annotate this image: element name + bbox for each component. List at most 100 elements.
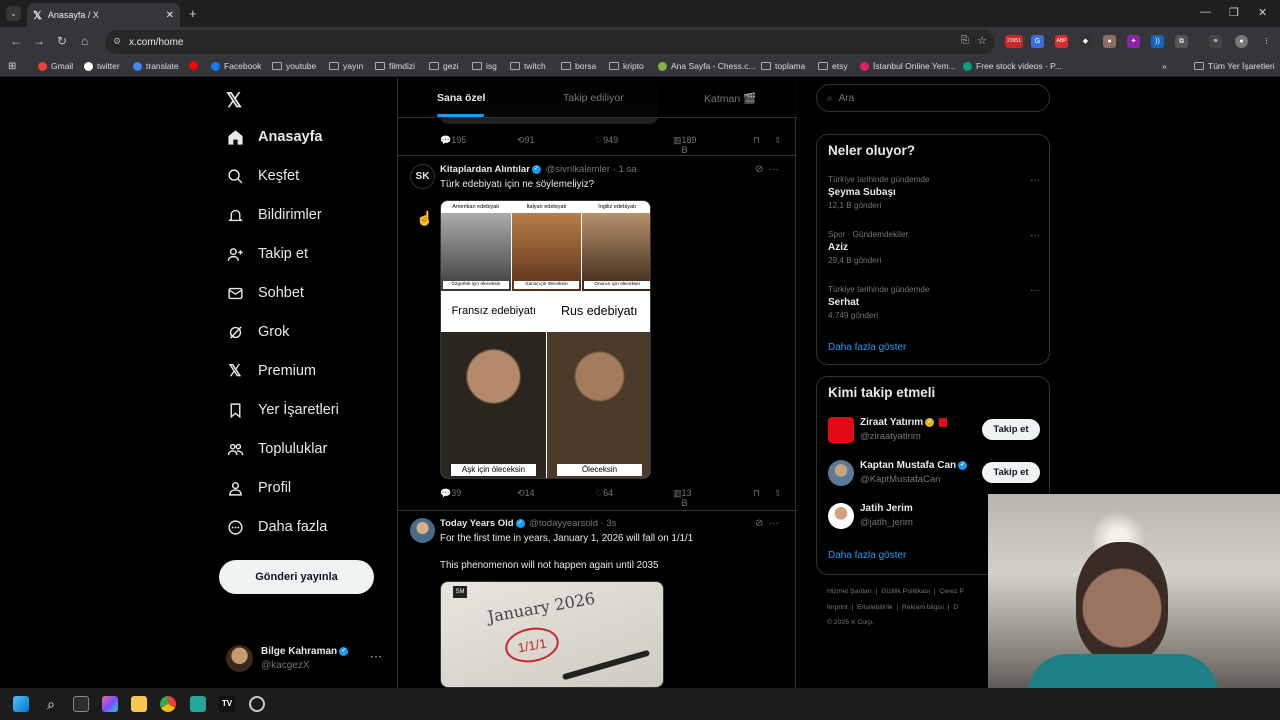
nav-communities[interactable]: Topluluklar — [226, 440, 327, 458]
footer-link[interactable]: Çerez P — [939, 588, 964, 595]
author-handle[interactable]: @todayyearsold — [529, 518, 598, 529]
tradingview-icon[interactable]: TV — [219, 696, 235, 712]
nav-profile[interactable]: Profil — [226, 479, 291, 497]
who-show-more-link[interactable]: Daha fazla göster — [828, 550, 906, 561]
bookmark-gmail[interactable]: Gmail — [38, 61, 73, 71]
x-logo-icon[interactable]: 𝕏 — [226, 88, 242, 113]
bookmark-folder-isg[interactable]: isg — [472, 61, 497, 71]
grok-explain-icon[interactable]: ⊘ — [755, 164, 763, 175]
bookmark-chess[interactable]: Ana Sayfa - Chess.c... — [658, 61, 756, 71]
trend-item[interactable]: Türkiye tarihinde gündemde Serhat 4.749 … — [828, 285, 1040, 320]
nav-grok[interactable]: Grok — [226, 323, 289, 341]
tab-following[interactable]: Takip ediliyor — [563, 92, 624, 104]
new-tab-button[interactable]: + — [189, 6, 197, 21]
bookmark-folder-kripto[interactable]: kripto — [609, 61, 644, 71]
adblock-extension-icon[interactable]: ABP — [1055, 35, 1068, 48]
post-image[interactable]: Amerikan edebiyatı Özgürlük için öleceksi… — [440, 200, 651, 479]
more-icon[interactable]: ··· — [769, 518, 779, 529]
tab-search-button[interactable]: ⌄ — [6, 6, 21, 21]
repost-button[interactable]: ⟲ 14 — [517, 488, 535, 499]
file-explorer-icon[interactable] — [131, 696, 147, 712]
bookmark-istanbul[interactable]: İstanbul Online Yem... — [860, 61, 956, 71]
bookmark-translate[interactable]: translate — [133, 61, 179, 71]
site-info-icon[interactable]: ⚙ — [113, 36, 121, 47]
follow-suggestion[interactable]: Ziraat Yatırım ✓ @ziraatyatirim Takip et — [828, 415, 1040, 445]
bookmark-folder-yayin[interactable]: yayın — [329, 61, 363, 71]
home-icon[interactable]: ⌂ — [81, 34, 88, 48]
nav-premium[interactable]: 𝕏 Premium — [226, 362, 316, 380]
nav-notifications[interactable]: Bildirimler — [226, 206, 322, 224]
views-button[interactable]: ▥ 13 B — [673, 488, 692, 508]
chrome-icon[interactable] — [160, 696, 176, 712]
account-switcher[interactable]: Bilge Kahraman ✓ @kacgezX ··· — [226, 641, 386, 677]
reply-button[interactable]: 💬 39 — [440, 488, 461, 499]
nav-explore[interactable]: Keşfet — [226, 167, 299, 185]
footer-link[interactable]: Reklam bilgisi — [902, 604, 944, 611]
post-time[interactable]: · 1 sa — [613, 164, 637, 175]
search-icon[interactable]: ⌕ — [43, 696, 59, 712]
forward-icon[interactable]: → — [33, 34, 45, 48]
follow-button[interactable]: Takip et — [982, 419, 1040, 440]
reply-button[interactable]: 💬 195 — [440, 135, 466, 146]
profile-avatar-icon[interactable]: ● — [1235, 35, 1248, 48]
share-icon[interactable]: ⇧ — [774, 135, 782, 146]
author-name[interactable]: Kitaplardan Alıntılar — [440, 164, 530, 175]
author-name[interactable]: Today Years Old — [440, 518, 514, 529]
trends-show-more-link[interactable]: Daha fazla göster — [828, 342, 906, 353]
nav-follow[interactable]: Takip et — [226, 245, 308, 263]
avatar[interactable]: SK — [410, 164, 435, 189]
post-button[interactable]: Gönderi yayınla — [219, 560, 374, 594]
footer-link[interactable]: Erişilebilirlik — [857, 604, 893, 611]
window-close-icon[interactable]: ✕ — [1258, 6, 1267, 19]
footer-link[interactable]: D — [953, 604, 958, 611]
bookmark-icon[interactable]: ⊓ — [753, 135, 760, 146]
translate-extension-icon[interactable]: G — [1031, 35, 1044, 48]
follow-suggestion[interactable]: Kaptan Mustafa Can ✓ @KaptMustafaCan Taki… — [828, 458, 1040, 488]
avatar[interactable] — [410, 518, 435, 543]
bookmark-folder-etsy[interactable]: etsy — [818, 61, 848, 71]
extension-icon[interactable]: ✦ — [1127, 35, 1140, 48]
search-input[interactable]: ⌕ Ara — [816, 84, 1050, 112]
chrome-menu-icon[interactable]: ⋮ — [1260, 35, 1273, 48]
bookmark-youtube-video[interactable] — [189, 61, 202, 70]
bookmark-folder-toplama[interactable]: toplama — [761, 61, 805, 71]
back-icon[interactable]: ← — [10, 34, 22, 48]
bookmark-folder-gezi[interactable]: gezi — [429, 61, 459, 71]
nav-more[interactable]: Daha fazla — [226, 518, 327, 536]
extensions-puzzle-icon[interactable]: ⧉ — [1175, 35, 1188, 48]
post-image[interactable]: SM January 2026 1/1/1 — [440, 581, 664, 688]
browser-tab-active[interactable]: 𝕏 Anasayfa / X ✕ — [27, 3, 180, 27]
bookmark-folder-twitch[interactable]: twitch — [510, 61, 546, 71]
app-icon[interactable] — [249, 696, 265, 712]
tab-close-icon[interactable]: ✕ — [166, 10, 174, 21]
app-icon[interactable] — [190, 696, 206, 712]
cast-icon[interactable]: ⎘ — [961, 35, 969, 46]
bookmark-facebook[interactable]: Facebook — [211, 61, 261, 71]
follow-button[interactable]: Takip et — [982, 462, 1040, 483]
bookmark-star-icon[interactable]: ☆ — [977, 34, 987, 47]
trend-more-icon[interactable]: ··· — [1030, 285, 1040, 296]
nav-messages[interactable]: Sohbet — [226, 284, 304, 302]
like-button[interactable]: ♡ 949 — [595, 135, 618, 146]
more-icon[interactable]: ··· — [769, 164, 779, 175]
nav-home[interactable]: Anasayfa — [226, 128, 322, 146]
like-button[interactable]: ♡ 64 — [595, 488, 613, 499]
grok-explain-icon[interactable]: ⊘ — [755, 518, 763, 529]
extension-icon[interactable]: )) — [1151, 35, 1164, 48]
share-icon[interactable]: ⇧ — [774, 488, 782, 499]
bookmark-folder-borsa[interactable]: borsa — [561, 61, 596, 71]
bookmark-pexels[interactable]: Free stock videos - P... — [963, 61, 1062, 71]
reading-list-icon[interactable]: ≡ — [1209, 35, 1222, 48]
trend-item[interactable]: Türkiye tarihinde gündemde Şeyma Subaşı … — [828, 175, 1040, 210]
views-button[interactable]: ▥ 189 B — [673, 135, 697, 155]
repost-button[interactable]: ⟲ 91 — [517, 135, 535, 146]
extension-icon[interactable]: ● — [1103, 35, 1116, 48]
bookmark-folder-youtube[interactable]: youtube — [272, 61, 316, 71]
tab-for-you[interactable]: Sana özel — [437, 92, 485, 104]
trend-more-icon[interactable]: ··· — [1030, 175, 1040, 186]
extension-icon[interactable]: ◆ — [1079, 35, 1092, 48]
account-more-icon[interactable]: ··· — [370, 649, 382, 663]
all-bookmarks[interactable]: Tüm Yer İşaretleri — [1194, 61, 1275, 71]
trend-more-icon[interactable]: ··· — [1030, 230, 1040, 241]
footer-link[interactable]: Hizmet Şartları — [827, 588, 872, 595]
